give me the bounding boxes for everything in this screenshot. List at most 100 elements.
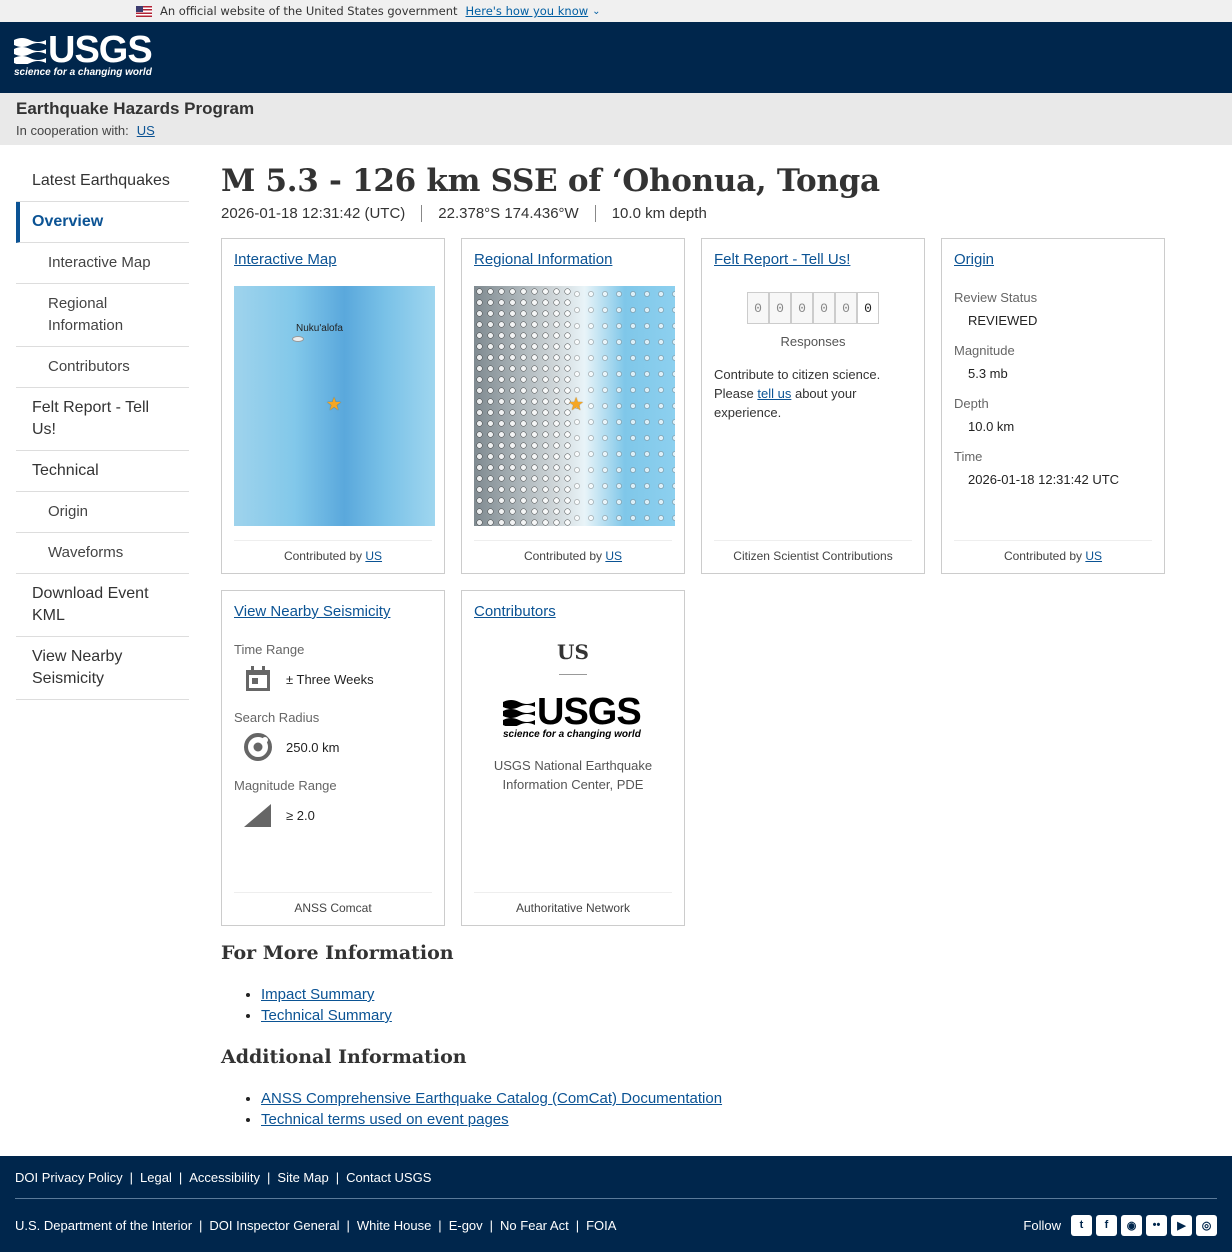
instagram-icon[interactable]: ◎: [1196, 1214, 1217, 1236]
sidebar-item-overview[interactable]: Overview: [16, 202, 189, 243]
footer-link-doi[interactable]: U.S. Department of the Interior: [15, 1218, 192, 1233]
list-item: Technical terms used on event pages: [261, 1109, 1181, 1130]
technical-summary-link[interactable]: Technical Summary: [261, 1007, 392, 1024]
regional-info-card-footer: Contributed by US: [474, 540, 672, 563]
cooperation-link[interactable]: US: [137, 123, 155, 138]
search-radius-row: 250.0 km: [234, 731, 432, 763]
magnitude-label: Magnitude: [954, 343, 1015, 358]
depth-label: Depth: [954, 396, 989, 411]
counter-digit: 0: [857, 292, 879, 324]
interactive-map-card-title[interactable]: Interactive Map: [234, 251, 337, 268]
program-bar: Earthquake Hazards Program In cooperatio…: [0, 93, 1232, 145]
counter-digit: 0: [769, 292, 791, 324]
contributed-by-label: Contributed by: [283, 549, 363, 563]
event-depth: 10.0 km depth: [594, 205, 723, 222]
how-you-know-link[interactable]: Here's how you know: [466, 4, 589, 18]
chevron-down-icon[interactable]: ⌄: [592, 6, 600, 17]
magnitude-range-value: ≥ 2.0: [286, 807, 315, 823]
twitter-icon[interactable]: t: [1071, 1214, 1092, 1236]
cooperation-label: In cooperation with:: [16, 123, 129, 138]
usgs-waves-icon: [14, 38, 46, 64]
facebook-icon[interactable]: f: [1096, 1214, 1117, 1236]
regional-info-card: Regional Information ★ Contributed by US: [461, 238, 685, 574]
calendar-icon: [242, 663, 274, 695]
sidebar-item-origin[interactable]: Origin: [16, 492, 189, 533]
felt-report-card-footer: Citizen Scientist Contributions: [714, 540, 912, 563]
more-info-list: Impact Summary Technical Summary: [261, 984, 1181, 1026]
list-item: Impact Summary: [261, 984, 1181, 1005]
footer-link-privacy[interactable]: DOI Privacy Policy: [15, 1170, 123, 1185]
usgs-waves-icon: [503, 700, 535, 726]
sidebar-item-interactive-map[interactable]: Interactive Map: [16, 243, 189, 284]
follow-label: Follow: [1023, 1217, 1061, 1233]
sidebar-item-waveforms[interactable]: Waveforms: [16, 533, 189, 574]
sidebar-item-technical[interactable]: Technical: [16, 451, 189, 492]
flickr-icon[interactable]: ••: [1146, 1214, 1167, 1236]
felt-report-card-title[interactable]: Felt Report - Tell Us!: [714, 251, 850, 268]
youtube-icon[interactable]: ▶: [1171, 1214, 1192, 1236]
nearby-seismicity-card-title[interactable]: View Nearby Seismicity: [234, 603, 390, 620]
sidebar-item-regional-information[interactable]: Regional Information: [16, 284, 189, 347]
footer-links-row2: U.S. Department of the Interior | DOI Ins…: [15, 1199, 1217, 1251]
felt-description: Contribute to citizen science. Please te…: [714, 365, 912, 422]
footer-link-accessibility[interactable]: Accessibility: [189, 1170, 260, 1185]
epicenter-star-icon: ★: [568, 394, 585, 414]
magnitude-range-label: Magnitude Range: [234, 778, 337, 793]
gov-banner-text: An official website of the United States…: [160, 4, 458, 18]
event-time: 2026-01-18 12:31:42 (UTC): [221, 205, 406, 222]
comcat-docs-link[interactable]: ANSS Comprehensive Earthquake Catalog (C…: [261, 1090, 722, 1107]
footer-link-legal[interactable]: Legal: [140, 1170, 172, 1185]
usgs-logo-tagline: science for a changing world: [14, 67, 152, 78]
interactive-map-thumbnail[interactable]: Nuku'alofa ★: [234, 286, 435, 526]
footer-link-white-house[interactable]: White House: [357, 1218, 431, 1233]
footer-link-no-fear-act[interactable]: No Fear Act: [500, 1218, 569, 1233]
origin-card-footer: Contributed by US: [954, 540, 1152, 563]
footer-link-inspector-general[interactable]: DOI Inspector General: [209, 1218, 339, 1233]
footer-link-egov[interactable]: E-gov: [449, 1218, 483, 1233]
time-range-value: ± Three Weeks: [286, 671, 374, 687]
sidebar-nav: Latest Earthquakes Overview Interactive …: [16, 161, 189, 700]
footer-link-site-map[interactable]: Site Map: [277, 1170, 328, 1185]
contributed-by-link[interactable]: US: [605, 549, 622, 563]
footer-link-foia[interactable]: FOIA: [586, 1218, 616, 1233]
cooperation-line: In cooperation with: US: [16, 123, 1232, 138]
contributor-logo-tagline: science for a changing world: [503, 729, 641, 740]
contributed-by-label: Contributed by: [523, 549, 603, 563]
contributors-card-title[interactable]: Contributors: [474, 603, 556, 620]
site-footer: DOI Privacy Policy | Legal | Accessibility…: [0, 1156, 1232, 1252]
program-name[interactable]: Earthquake Hazards Program: [16, 99, 1232, 119]
origin-card-title[interactable]: Origin: [954, 251, 994, 268]
github-icon[interactable]: ◉: [1121, 1214, 1142, 1236]
felt-responses-label: Responses: [780, 334, 846, 349]
sidebar-item-nearby-seismicity[interactable]: View Nearby Seismicity: [16, 637, 189, 700]
felt-response-counter: 0 0 0 0 0 0: [714, 292, 912, 324]
time-range-label: Time Range: [234, 642, 305, 657]
us-flag-icon: [136, 5, 152, 17]
sidebar-item-latest-earthquakes[interactable]: Latest Earthquakes: [16, 161, 189, 202]
time-value: 2026-01-18 12:31:42 UTC: [968, 472, 1120, 487]
contributed-by-link[interactable]: US: [365, 549, 382, 563]
radius-target-icon: [242, 731, 274, 763]
tell-us-link[interactable]: tell us: [757, 386, 791, 401]
contributed-by-label: Contributed by: [1003, 549, 1083, 563]
time-range-row: ± Three Weeks: [234, 663, 432, 695]
regional-info-card-title[interactable]: Regional Information: [474, 251, 612, 268]
nearby-seismicity-card: View Nearby Seismicity Time Range ± Thre…: [221, 590, 445, 926]
island-shape: [292, 336, 304, 342]
event-title: M 5.3 - 126 km SSE of ‘Ohonua, Tonga: [221, 163, 880, 199]
usgs-logo[interactable]: USGS science for a changing world: [14, 31, 153, 78]
contributed-by-link[interactable]: US: [1085, 549, 1102, 563]
impact-summary-link[interactable]: Impact Summary: [261, 986, 374, 1003]
sidebar-item-contributors[interactable]: Contributors: [16, 347, 189, 388]
contributors-card-footer: Authoritative Network: [474, 892, 672, 915]
search-radius-value: 250.0 km: [286, 739, 340, 755]
contributors-card: Contributors US USGS science for a chang…: [461, 590, 685, 926]
origin-card: Origin Review Status REVIEWED Magnitude …: [941, 238, 1165, 574]
sidebar-item-download-kml[interactable]: Download Event KML: [16, 574, 189, 637]
contributor-name: USGS National Earthquake Information Cen…: [493, 758, 653, 792]
regional-map-thumbnail[interactable]: ★: [474, 286, 675, 526]
contributor-code: US: [557, 640, 589, 664]
sidebar-item-felt-report[interactable]: Felt Report - Tell Us!: [16, 388, 189, 451]
technical-terms-link[interactable]: Technical terms used on event pages: [261, 1111, 509, 1128]
footer-link-contact[interactable]: Contact USGS: [346, 1170, 431, 1185]
